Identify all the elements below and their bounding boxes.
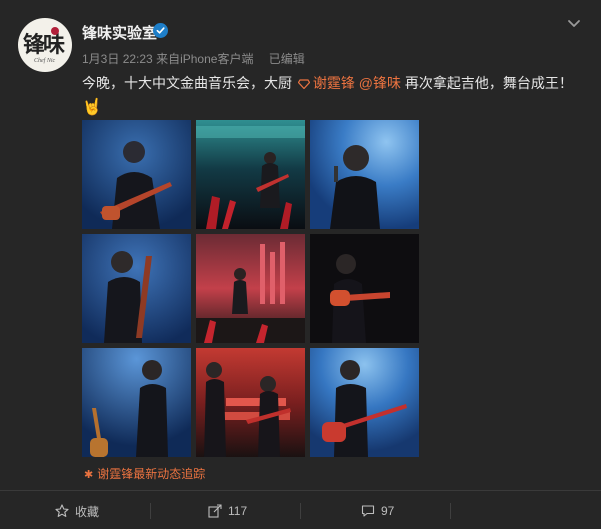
mention-person-link[interactable]: 谢霆锋 — [296, 75, 359, 91]
diamond-icon — [297, 79, 310, 89]
author-avatar[interactable]: 锋味 Chef Nic — [18, 18, 72, 72]
verified-badge-icon — [153, 23, 168, 38]
post-body: 今晚，十大中文金曲音乐会，大厨 谢霆锋 @锋味 再次拿起吉他，舞台成王！ — [82, 73, 573, 93]
post-date[interactable]: 1月3日 — [82, 52, 119, 66]
photo-9[interactable] — [310, 348, 419, 457]
follow-updates-text: 谢霆锋最新动态追踪 — [97, 467, 206, 481]
photo-4[interactable] — [82, 234, 191, 343]
photo-2[interactable] — [196, 120, 305, 229]
photo-8[interactable] — [196, 348, 305, 457]
star-icon — [55, 504, 69, 517]
action-separator — [300, 503, 301, 519]
comment-count: 97 — [381, 504, 395, 518]
avatar-logo-subtext: Chef Nic — [34, 58, 56, 64]
post-text-suffix: 再次拿起吉他，舞台成王！ — [404, 75, 573, 91]
author-name[interactable]: 锋味实验室 — [82, 22, 157, 43]
weibo-post-card: 锋味 Chef Nic 锋味实验室 1月3日 22:23 来自iPhone客户端… — [0, 0, 601, 529]
action-separator — [450, 503, 451, 519]
comment-button[interactable]: 97 — [361, 500, 394, 522]
photo-5[interactable] — [196, 234, 305, 343]
post-time[interactable]: 22:23 — [123, 52, 153, 66]
rock-hand-emoji: 🤘 — [82, 99, 102, 116]
favorite-button[interactable]: 收藏 — [55, 500, 99, 522]
mention-person-text: 谢霆锋 — [312, 75, 355, 91]
action-separator — [150, 503, 151, 519]
photo-7[interactable] — [82, 348, 191, 457]
share-icon — [208, 504, 222, 518]
post-text-prefix: 今晚，十大中文金曲音乐会，大厨 — [82, 75, 292, 91]
favorite-label: 收藏 — [75, 504, 100, 519]
edited-label[interactable]: 已编辑 — [269, 52, 305, 66]
photo-1[interactable] — [82, 120, 191, 229]
photo-6[interactable] — [310, 234, 419, 343]
mention-account-link[interactable]: @锋味 — [359, 75, 401, 91]
post-meta: 1月3日 22:23 来自iPhone客户端 已编辑 — [82, 50, 305, 67]
flame-icon: ✱ — [84, 469, 94, 481]
forward-button[interactable]: 117 — [208, 500, 247, 522]
follow-updates-link[interactable]: ✱ 谢霆锋最新动态追踪 — [84, 465, 205, 482]
photo-3[interactable] — [310, 120, 419, 229]
image-grid — [82, 120, 419, 458]
post-source: 来自iPhone客户端 — [156, 52, 254, 66]
comment-icon — [361, 505, 375, 517]
action-bar-divider — [0, 490, 601, 491]
forward-count: 117 — [228, 504, 248, 518]
rose-icon — [51, 27, 59, 35]
chevron-down-icon[interactable] — [565, 14, 583, 32]
